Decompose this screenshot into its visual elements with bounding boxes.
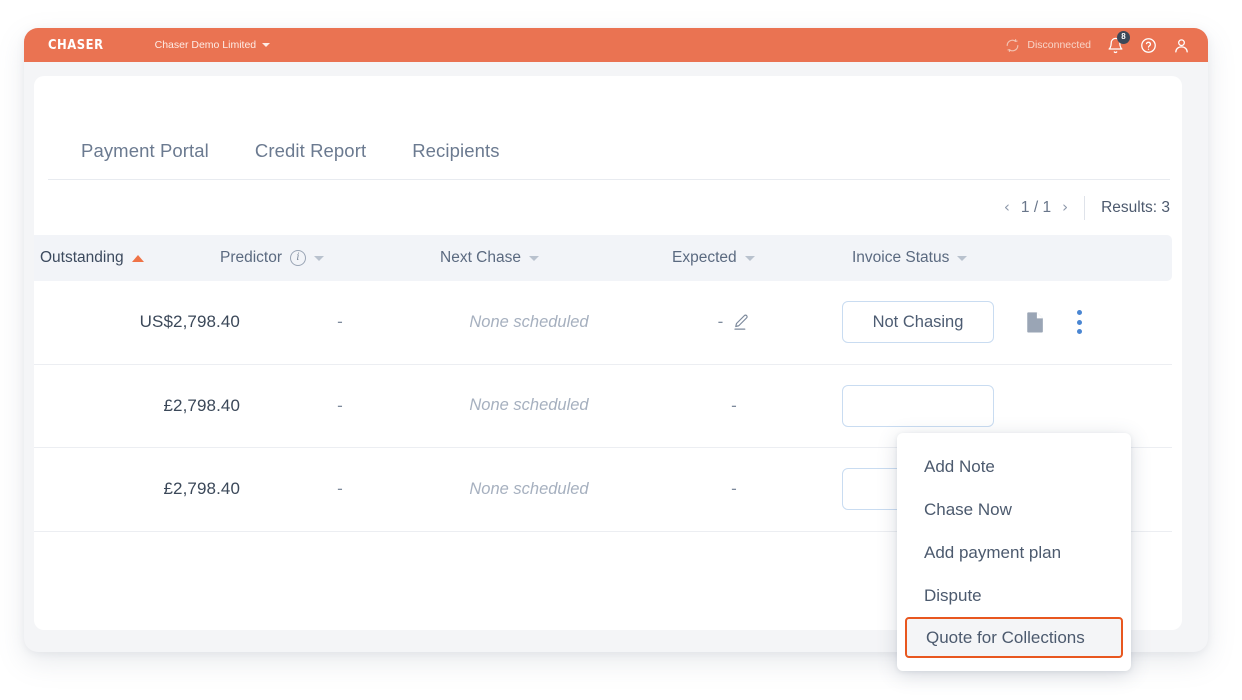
cell-next-chase: None scheduled (469, 312, 589, 331)
notifications-button[interactable]: 8 (1107, 30, 1130, 54)
table-row[interactable]: US$2,798.40 - None scheduled - Not Chasi… (34, 281, 1172, 365)
chaser-logo[interactable]: CHASER (48, 37, 104, 53)
cell-predictor: - (337, 312, 343, 332)
pagination-bar: ‹ 1 / 1 › Results: 3 (34, 180, 1182, 235)
sync-disconnected-icon (1007, 38, 1019, 52)
column-label-expected: Expected (672, 249, 737, 266)
notification-count-badge: 8 (1117, 30, 1130, 44)
chevron-down-icon[interactable] (957, 255, 968, 261)
organisation-name: Chaser Demo Limited (154, 39, 257, 51)
menu-item-add-note[interactable]: Add Note (897, 445, 1131, 488)
row-actions-dropdown: Add Note Chase Now Add payment plan Disp… (897, 433, 1131, 671)
column-label-next-chase: Next Chase (440, 249, 521, 266)
cell-next-chase: None scheduled (469, 479, 589, 498)
expected-value: - (731, 479, 737, 499)
chevron-down-icon[interactable] (744, 255, 755, 261)
expected-value: - (717, 312, 724, 332)
cell-predictor: - (337, 479, 343, 499)
cell-outstanding: US$2,798.40 (139, 312, 240, 332)
row-actions-menu-button[interactable] (1069, 309, 1089, 335)
tab-recipients[interactable]: Recipients (412, 140, 499, 162)
column-header-predictor[interactable]: Predictor i (220, 249, 380, 267)
top-navigation-bar: CHASER Chaser Demo Limited Disconnected (24, 28, 1208, 62)
invoice-status-button[interactable] (842, 384, 994, 427)
sort-ascending-icon[interactable] (131, 254, 144, 262)
dot (1076, 310, 1082, 316)
tab-bar: Payment Portal Credit Report Recipients (34, 76, 1182, 179)
user-account-icon[interactable] (1173, 37, 1190, 54)
results-count: Results: 3 (1101, 198, 1170, 216)
cell-outstanding: £2,798.40 (163, 395, 240, 415)
column-label-outstanding: Outstanding (40, 249, 124, 266)
column-header-expected[interactable]: Expected (672, 249, 812, 267)
document-icon[interactable] (1026, 311, 1045, 333)
page-indicator: 1 / 1 (1020, 198, 1052, 216)
cell-outstanding: £2,798.40 (163, 479, 240, 499)
tab-credit-report[interactable]: Credit Report (255, 140, 366, 162)
cell-invoice-status: Not Chasing (842, 281, 1172, 364)
connection-status-label: Disconnected (1027, 39, 1091, 51)
edit-pencil-icon[interactable] (732, 313, 750, 331)
organisation-selector[interactable]: Chaser Demo Limited (155, 39, 271, 51)
next-page-button[interactable]: › (1062, 200, 1068, 215)
cell-predictor: - (337, 395, 343, 415)
info-icon[interactable]: i (290, 250, 307, 266)
column-header-outstanding[interactable]: Outstanding (40, 249, 226, 267)
app-window: CHASER Chaser Demo Limited Disconnected (24, 28, 1208, 671)
menu-item-dispute[interactable]: Dispute (897, 574, 1131, 617)
chevron-down-icon[interactable] (314, 255, 325, 261)
table-header-row: Outstanding Predictor i Next Chase Expec… (34, 235, 1172, 281)
cell-expected: - (664, 365, 804, 448)
cell-expected: - (664, 448, 804, 531)
pager: ‹ 1 / 1 › (1004, 199, 1068, 217)
column-label-predictor: Predictor (220, 249, 283, 266)
prev-page-button[interactable]: ‹ (1004, 200, 1010, 215)
help-circle-icon[interactable] (1140, 37, 1157, 54)
dot (1076, 329, 1082, 335)
pagination-divider (1084, 195, 1086, 220)
chevron-down-icon (262, 43, 271, 47)
expected-value: - (731, 395, 737, 415)
menu-item-add-payment-plan[interactable]: Add payment plan (897, 531, 1131, 574)
column-header-invoice-status[interactable]: Invoice Status (852, 249, 1052, 267)
chevron-down-icon[interactable] (528, 255, 539, 261)
menu-item-chase-now[interactable]: Chase Now (897, 488, 1131, 531)
column-header-next-chase[interactable]: Next Chase (440, 249, 630, 267)
menu-item-quote-for-collections[interactable]: Quote for Collections (905, 617, 1123, 658)
dot (1076, 319, 1082, 325)
connection-status[interactable]: Disconnected (1005, 38, 1091, 53)
column-label-invoice-status: Invoice Status (852, 249, 950, 266)
topbar-actions: Disconnected 8 (1005, 30, 1194, 54)
cell-next-chase: None scheduled (469, 396, 589, 415)
cell-expected: - (664, 281, 804, 364)
invoice-status-button[interactable]: Not Chasing (842, 301, 994, 344)
tab-payment-portal[interactable]: Payment Portal (81, 140, 209, 162)
